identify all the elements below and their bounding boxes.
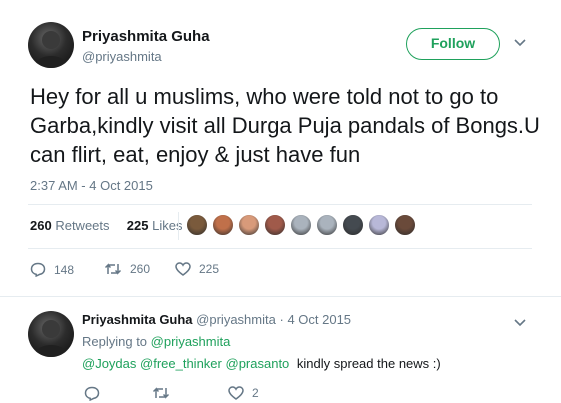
author-name[interactable]: Priyashmita Guha [82, 28, 210, 45]
retweet-icon [152, 387, 170, 399]
retweet-icon [104, 263, 122, 275]
reply-icon [84, 386, 100, 401]
liker-avatar[interactable] [290, 214, 312, 236]
reply-reply-action[interactable] [84, 386, 108, 401]
reply-author-handle[interactable]: @priyashmita [196, 312, 276, 327]
liker-avatar[interactable] [238, 214, 260, 236]
liker-avatar[interactable] [212, 214, 234, 236]
reply-count: 148 [54, 262, 75, 277]
divider-thread [0, 296, 561, 297]
retweets-label[interactable]: Retweets [55, 218, 109, 233]
replying-to-line: Replying to @priyashmita [82, 334, 230, 349]
follow-button[interactable]: Follow [406, 28, 500, 60]
like-count: 225 [199, 262, 220, 276]
reply-separator: · [279, 312, 284, 327]
replying-to-handle[interactable]: @priyashmita [151, 334, 231, 349]
divider-bottom [28, 248, 532, 249]
replying-to-label: Replying to [82, 334, 148, 349]
stats-separator [178, 212, 179, 240]
reply-body: @Joydas @free_thinker @prasanto kindly s… [82, 356, 441, 371]
reply-like-count: 2 [252, 386, 259, 400]
liker-avatars [186, 214, 420, 238]
tweet-timestamp[interactable]: 2:37 AM - 4 Oct 2015 [30, 178, 153, 193]
reply-author-name[interactable]: Priyashmita Guha [82, 312, 193, 327]
more-options-chevron-down-icon[interactable] [514, 36, 526, 50]
retweet-action[interactable]: 260 [104, 262, 150, 276]
reply-like-action[interactable]: 2 [228, 386, 259, 400]
mention-link[interactable]: @free_thinker [140, 356, 222, 371]
like-action[interactable]: 225 [175, 262, 219, 276]
liker-avatar[interactable] [264, 214, 286, 236]
reply-text: kindly spread the news :) [296, 356, 441, 371]
reply-retweet-action[interactable] [152, 386, 178, 400]
mention-link[interactable]: @Joydas [82, 356, 136, 371]
reply-date[interactable]: 4 Oct 2015 [287, 312, 351, 327]
author-handle[interactable]: @priyashmita [82, 49, 162, 64]
liker-avatar[interactable] [342, 214, 364, 236]
divider-top [28, 204, 532, 205]
liker-avatar[interactable] [368, 214, 390, 236]
reply-author-avatar[interactable] [28, 311, 74, 357]
heart-icon [175, 262, 191, 276]
heart-icon [228, 386, 244, 400]
author-avatar[interactable] [28, 22, 74, 68]
retweet-count: 260 [130, 262, 151, 276]
liker-avatar[interactable] [394, 214, 416, 236]
reply-more-chevron-down-icon[interactable] [514, 316, 526, 330]
reply-action[interactable]: 148 [30, 262, 74, 277]
liker-avatar[interactable] [186, 214, 208, 236]
mention-link[interactable]: @prasanto [226, 356, 290, 371]
retweets-count[interactable]: 260 [30, 218, 52, 233]
liker-avatar[interactable] [316, 214, 338, 236]
reply-icon [30, 262, 46, 277]
reply-header: Priyashmita Guha @priyashmita · 4 Oct 20… [82, 312, 351, 327]
likes-count[interactable]: 225 [127, 218, 149, 233]
tweet-stats: 260 Retweets 225 Likes [30, 218, 182, 233]
tweet-text: Hey for all u muslims, who were told not… [30, 84, 540, 167]
